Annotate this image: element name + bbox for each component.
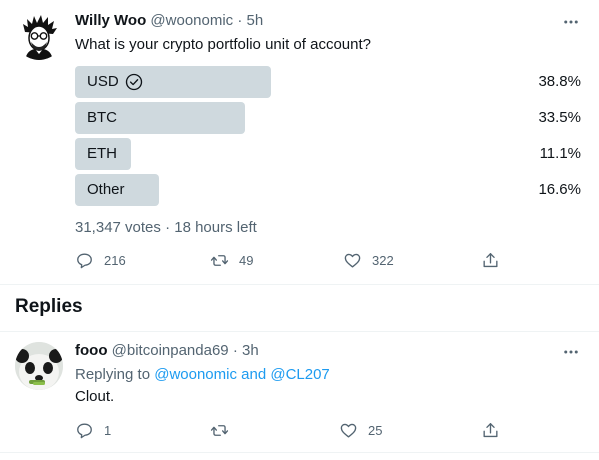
replying-to-link[interactable]: @woonomic and @CL207 bbox=[154, 366, 330, 383]
reply-button[interactable]: 216 bbox=[75, 248, 126, 272]
heart-icon bbox=[344, 253, 361, 268]
poll-percent: 11.1% bbox=[539, 145, 581, 162]
voted-check-icon bbox=[125, 73, 142, 91]
retweet-icon bbox=[210, 254, 229, 266]
reply-author-name[interactable]: fooo bbox=[75, 342, 107, 359]
replies-divider bbox=[0, 331, 599, 332]
poll-option-label: Other bbox=[87, 174, 125, 206]
like-count: 322 bbox=[372, 252, 394, 268]
reply-author-avatar[interactable] bbox=[15, 342, 63, 390]
like-button[interactable]: 322 bbox=[343, 248, 394, 272]
replying-prefix: Replying to bbox=[75, 366, 155, 383]
replying-to-line: Replying to @woonomic and @CL207 bbox=[75, 366, 330, 383]
reply-author-handle[interactable]: @bitcoinpanda69 bbox=[112, 342, 229, 359]
poll-option-label: USD bbox=[87, 66, 143, 98]
tweet-header: Willy Woo @woonomic · 5h bbox=[75, 12, 263, 29]
retweet-count: 49 bbox=[239, 252, 254, 268]
poll-option-other: Other 16.6% bbox=[75, 174, 585, 206]
poll-percent: 33.5% bbox=[538, 109, 581, 126]
poll-option-label: ETH bbox=[87, 138, 117, 170]
poll-percent: 38.8% bbox=[538, 73, 581, 90]
poll-option-eth: ETH 11.1% bbox=[75, 138, 585, 170]
like-count: 25 bbox=[368, 422, 383, 438]
panda-avatar-icon bbox=[15, 342, 63, 390]
retweet-icon bbox=[210, 424, 229, 436]
share-button[interactable] bbox=[481, 248, 500, 272]
like-button[interactable]: 25 bbox=[339, 418, 382, 442]
reply-more-options-button[interactable] bbox=[561, 342, 581, 362]
reply-actions: 1 25 bbox=[75, 418, 585, 442]
reply-button[interactable]: 1 bbox=[75, 418, 111, 442]
retweet-button[interactable]: 49 bbox=[210, 248, 253, 272]
poll-percent: 16.6% bbox=[538, 181, 581, 198]
reply-text: Clout. bbox=[75, 388, 115, 405]
ellipsis-icon bbox=[564, 20, 578, 24]
poll-label-text: Other bbox=[87, 181, 125, 198]
more-options-button[interactable] bbox=[561, 12, 581, 32]
reply-divider bbox=[0, 452, 599, 453]
reply-count: 1 bbox=[104, 422, 112, 438]
tweet-actions: 216 49 322 bbox=[75, 248, 585, 272]
main-tweet[interactable]: Willy Woo @woonomic · 5h What is your cr… bbox=[0, 0, 599, 285]
share-button[interactable] bbox=[481, 418, 500, 442]
comment-icon bbox=[77, 252, 92, 268]
ellipsis-icon bbox=[564, 350, 578, 354]
header-separator: · bbox=[237, 12, 243, 29]
sketch-portrait-icon bbox=[15, 12, 63, 60]
reply-count: 216 bbox=[104, 252, 126, 268]
author-name[interactable]: Willy Woo bbox=[75, 12, 146, 29]
poll-label-text: BTC bbox=[87, 109, 117, 126]
share-icon bbox=[483, 252, 498, 267]
poll-option-usd: USD 38.8% bbox=[75, 66, 585, 98]
reply-timestamp[interactable]: 3h bbox=[242, 342, 259, 359]
poll-option-label: BTC bbox=[87, 102, 117, 134]
poll-label-text: ETH bbox=[87, 145, 117, 162]
poll-option-btc: BTC 33.5% bbox=[75, 102, 585, 134]
author-avatar[interactable] bbox=[15, 12, 63, 60]
header-separator: · bbox=[232, 342, 238, 359]
tweet-timestamp[interactable]: 5h bbox=[247, 12, 264, 29]
tweet-text: What is your crypto portfolio unit of ac… bbox=[75, 36, 371, 53]
comment-icon bbox=[77, 422, 92, 438]
heart-icon bbox=[340, 423, 357, 438]
replies-heading: Replies bbox=[15, 296, 83, 317]
poll-label-text: USD bbox=[87, 73, 119, 90]
share-icon bbox=[483, 422, 498, 437]
poll-meta: 31,347 votes · 18 hours left bbox=[75, 219, 257, 236]
author-handle[interactable]: @woonomic bbox=[150, 12, 233, 29]
retweet-button[interactable] bbox=[210, 418, 239, 442]
reply-header: fooo @bitcoinpanda69 · 3h bbox=[75, 342, 259, 359]
